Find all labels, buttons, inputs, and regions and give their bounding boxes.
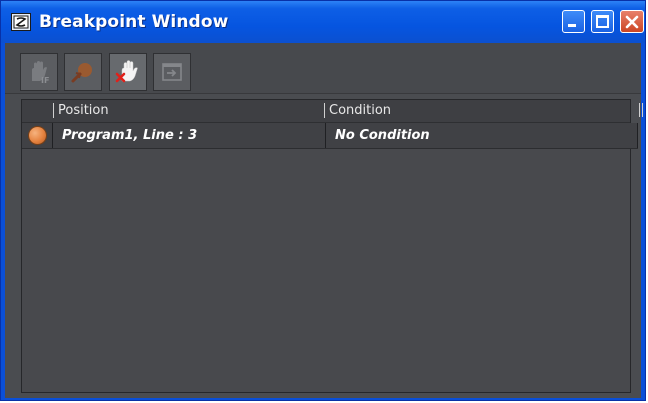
svg-text:IF: IF [41,76,49,85]
window-title: Breakpoint Window [39,12,229,32]
window-client-area: IF Position Condition Program1, Line: 3… [5,43,643,398]
go-to-position-icon [162,63,182,81]
minimize-button[interactable] [562,10,585,33]
remove-breakpoint-button[interactable] [109,53,147,91]
go-to-position-button[interactable] [153,53,191,91]
column-header-condition[interactable]: Condition [324,103,391,118]
maximize-button[interactable] [591,10,614,33]
step-out-button[interactable] [64,53,102,91]
remove-breakpoint-icon [115,60,138,83]
maximize-icon [596,15,609,28]
column-header-position[interactable]: Position [53,103,109,118]
breakpoint-toolbar: IF [5,43,641,94]
table-row[interactable]: Program1, Line : 3 No Condition [22,123,638,149]
close-icon [625,15,639,29]
toggle-conditional-breakpoint-icon: IF [32,61,49,85]
minimize-icon [568,24,576,27]
breakpoint-condition[interactable]: No Condition [325,123,638,148]
title-bar[interactable]: Breakpoint Window [1,1,645,43]
conditional-breakpoint-button[interactable]: IF [20,53,58,91]
breakpoint-marker-icon[interactable] [29,127,46,144]
app-icon [11,13,31,31]
column-resize-handle[interactable] [639,103,643,117]
close-button[interactable] [620,10,644,33]
breakpoint-window: Breakpoint Window IF Position Condition … [0,0,646,401]
grid-header: Position Condition [22,100,643,123]
breakpoint-list: Position Condition Program1, Line : 3 No… [21,99,643,393]
step-out-icon [71,63,92,83]
breakpoint-position: Program1, Line : 3 [52,123,325,148]
